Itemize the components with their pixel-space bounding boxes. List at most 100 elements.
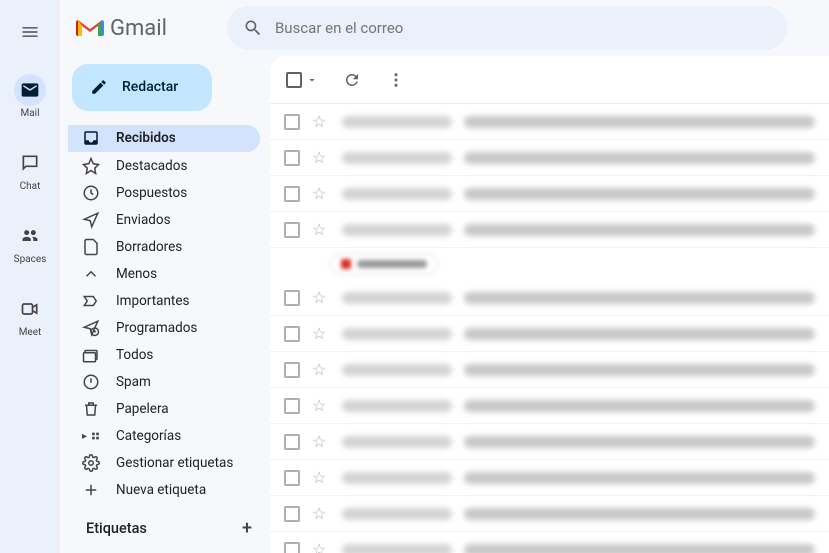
row-checkbox[interactable] — [284, 506, 300, 522]
mail-row[interactable]: ☆ — [270, 316, 829, 352]
mail-subject — [464, 328, 815, 340]
sidebar-item-snoozed[interactable]: Pospuestos — [68, 179, 260, 206]
sidebar-scheduled-label: Programados — [116, 320, 197, 336]
row-star[interactable]: ☆ — [312, 112, 330, 131]
sidebar-item-manage-labels[interactable]: Gestionar etiquetas — [68, 450, 260, 477]
mail-row[interactable]: ☆ — [270, 496, 829, 532]
rail-spaces-label: Spaces — [14, 254, 47, 265]
mail-row[interactable]: ☆ — [270, 280, 829, 316]
mail-row[interactable]: ☆ — [270, 460, 829, 496]
row-checkbox[interactable] — [284, 326, 300, 342]
rail-mail[interactable]: Mail — [4, 68, 56, 125]
sidebar-item-sent[interactable]: Enviados — [68, 206, 260, 233]
mail-sender — [342, 292, 452, 304]
row-checkbox[interactable] — [284, 290, 300, 306]
row-star[interactable]: ☆ — [312, 324, 330, 343]
row-star[interactable]: ☆ — [312, 360, 330, 379]
mail-sender — [342, 364, 452, 376]
header: Gmail — [60, 0, 829, 56]
sidebar-item-trash[interactable]: Papelera — [68, 396, 260, 423]
plus-icon — [82, 481, 100, 499]
rail-chat[interactable]: Chat — [4, 141, 56, 198]
rail-chat-label: Chat — [20, 181, 41, 192]
rail-spaces[interactable]: Spaces — [4, 214, 56, 271]
more-button[interactable] — [386, 70, 406, 90]
sidebar: Redactar Recibidos Destacados Pospuestos… — [60, 56, 270, 553]
mail-row[interactable]: ☆ — [270, 352, 829, 388]
attachment-name — [357, 260, 427, 268]
mail-subject — [464, 188, 815, 200]
sidebar-item-spam[interactable]: Spam — [68, 369, 260, 396]
row-checkbox[interactable] — [284, 542, 300, 553]
row-checkbox[interactable] — [284, 398, 300, 414]
sidebar-item-important[interactable]: Importantes — [68, 287, 260, 314]
sidebar-item-starred[interactable]: Destacados — [68, 152, 260, 179]
row-star[interactable]: ☆ — [312, 504, 330, 523]
sidebar-item-drafts[interactable]: Borradores — [68, 233, 260, 260]
gmail-logo-text: Gmail — [110, 16, 167, 41]
main-menu-button[interactable] — [10, 12, 50, 52]
row-star[interactable]: ☆ — [312, 540, 330, 553]
mail-row[interactable]: ☆ — [270, 388, 829, 424]
row-checkbox[interactable] — [284, 222, 300, 238]
mail-sender — [342, 328, 452, 340]
sidebar-manage-label: Gestionar etiquetas — [116, 455, 233, 471]
search-input[interactable] — [275, 19, 771, 37]
search-icon — [243, 18, 263, 38]
rail-meet-label: Meet — [19, 327, 42, 338]
row-star[interactable]: ☆ — [312, 468, 330, 487]
file-icon — [82, 238, 100, 256]
mail-subject — [464, 400, 815, 412]
sidebar-item-categories[interactable]: ▸ Categorías — [68, 423, 260, 450]
mail-row[interactable]: ☆ — [270, 104, 829, 140]
row-checkbox[interactable] — [284, 186, 300, 202]
row-checkbox[interactable] — [284, 114, 300, 130]
mail-sender — [342, 508, 452, 520]
mail-row[interactable]: ☆ — [270, 140, 829, 176]
sidebar-important-label: Importantes — [116, 293, 189, 309]
mail-icon — [20, 80, 40, 100]
mail-row[interactable]: ☆ — [270, 424, 829, 460]
sidebar-item-less[interactable]: Menos — [68, 260, 260, 287]
clock-icon — [82, 184, 100, 202]
mail-subject — [464, 472, 815, 484]
refresh-button[interactable] — [342, 70, 362, 90]
select-all-checkbox[interactable] — [286, 72, 318, 88]
mail-sender — [342, 224, 452, 236]
inbox-icon — [82, 129, 100, 147]
sidebar-item-all[interactable]: Todos — [68, 342, 260, 369]
main-column: Gmail Redactar Recibidos Destacados — [60, 0, 829, 553]
row-checkbox[interactable] — [284, 362, 300, 378]
gmail-logo[interactable]: Gmail — [76, 16, 167, 41]
sidebar-snoozed-label: Pospuestos — [116, 185, 187, 201]
row-star[interactable]: ☆ — [312, 184, 330, 203]
spaces-icon — [20, 226, 40, 246]
search-bar[interactable] — [227, 6, 787, 50]
sidebar-item-scheduled[interactable]: Programados — [68, 314, 260, 341]
meet-icon — [20, 299, 40, 319]
row-star[interactable]: ☆ — [312, 396, 330, 415]
sidebar-starred-label: Destacados — [116, 158, 187, 174]
row-star[interactable]: ☆ — [312, 220, 330, 239]
sidebar-labels-section: Etiquetas + — [68, 504, 270, 545]
mail-sender — [342, 544, 452, 553]
sidebar-item-new-label[interactable]: Nueva etiqueta — [68, 477, 260, 504]
mail-subject — [464, 544, 815, 553]
row-checkbox[interactable] — [284, 150, 300, 166]
row-star[interactable]: ☆ — [312, 148, 330, 167]
mail-subject — [464, 436, 815, 448]
compose-button[interactable]: Redactar — [72, 64, 212, 111]
row-star[interactable]: ☆ — [312, 432, 330, 451]
row-checkbox[interactable] — [284, 434, 300, 450]
attachment-chip[interactable] — [330, 253, 438, 275]
mail-row[interactable]: ☆ — [270, 532, 829, 553]
mail-row[interactable]: ☆ — [270, 176, 829, 212]
rail-meet[interactable]: Meet — [4, 287, 56, 344]
sidebar-spam-label: Spam — [116, 374, 151, 390]
mail-row[interactable]: ☆ — [270, 212, 829, 248]
important-icon — [82, 292, 100, 310]
add-label-button[interactable]: + — [242, 518, 252, 539]
row-star[interactable]: ☆ — [312, 288, 330, 307]
sidebar-item-inbox[interactable]: Recibidos — [68, 125, 260, 152]
row-checkbox[interactable] — [284, 470, 300, 486]
